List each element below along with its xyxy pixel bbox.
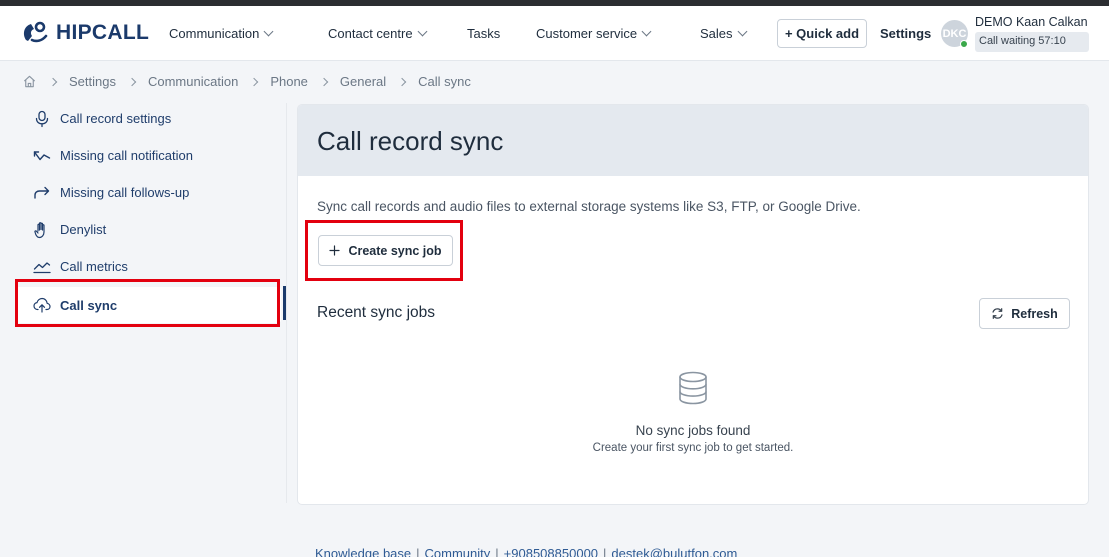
empty-state: No sync jobs found Create your first syn… — [298, 371, 1088, 454]
sidebar-item-missing-call-notification[interactable]: Missing call notification — [15, 137, 281, 174]
breadcrumb: Settings Communication Phone General Cal… — [22, 74, 471, 89]
card-header: Call record sync — [298, 105, 1088, 176]
footer-link-knowledge-base[interactable]: Knowledge base — [315, 546, 411, 557]
highlight-box-create-sync-job — [305, 220, 463, 281]
sidebar-item-label: Missing call notification — [60, 148, 193, 163]
empty-state-title: No sync jobs found — [635, 423, 751, 438]
home-icon[interactable] — [22, 74, 37, 89]
refresh-label: Refresh — [1011, 306, 1058, 321]
hipcall-logo[interactable]: HIPCALL — [20, 20, 149, 46]
hand-icon — [33, 221, 51, 239]
nav-communication[interactable]: Communication — [169, 26, 274, 41]
breadcrumb-settings[interactable]: Settings — [69, 74, 116, 89]
footer-link-email[interactable]: destek@bulutfon.com — [611, 546, 737, 557]
call-record-sync-card: Call record sync Sync call records and a… — [297, 104, 1089, 505]
top-navbar: HIPCALL Communication Contact centre Tas… — [0, 6, 1109, 61]
nav-contact-centre[interactable]: Contact centre — [328, 26, 427, 41]
nav-contact-centre-label: Contact centre — [328, 26, 413, 41]
recent-sync-jobs-title: Recent sync jobs — [317, 304, 436, 321]
chevron-right-icon — [319, 77, 329, 86]
sidebar-item-label: Missing call follows-up — [60, 185, 190, 200]
nav-tasks[interactable]: Tasks — [467, 26, 500, 41]
sidebar-item-call-record-settings[interactable]: Call record settings — [15, 100, 281, 137]
page-description: Sync call records and audio files to ext… — [317, 199, 861, 214]
forward-arrow-icon — [33, 184, 51, 202]
sidebar-divider — [286, 103, 287, 503]
nav-tasks-label: Tasks — [467, 26, 501, 41]
nav-communication-label: Communication — [169, 26, 260, 41]
chevron-down-icon — [417, 26, 427, 37]
sidebar-item-denylist[interactable]: Denylist — [15, 211, 281, 248]
nav-customer-service[interactable]: Customer service — [536, 26, 652, 41]
microphone-icon — [33, 110, 51, 128]
footer-separator: | — [495, 546, 499, 557]
quick-add-button[interactable]: + Quick add — [777, 19, 867, 48]
missed-call-icon — [33, 147, 51, 165]
refresh-button[interactable]: Refresh — [979, 298, 1070, 329]
phone-logo-icon — [23, 21, 48, 43]
presence-indicator — [960, 40, 968, 48]
sidebar-item-label: Call metrics — [60, 259, 128, 274]
sidebar-item-missing-call-follows-up[interactable]: Missing call follows-up — [15, 174, 281, 211]
chevron-right-icon — [48, 77, 58, 86]
footer-link-phone[interactable]: +908508850000 — [504, 546, 598, 557]
nav-sales[interactable]: Sales — [700, 26, 747, 41]
call-waiting-status: Call waiting 57:10 — [975, 32, 1089, 52]
settings-link[interactable]: Settings — [880, 26, 931, 41]
page-title: Call record sync — [317, 126, 504, 156]
chevron-right-icon — [127, 77, 137, 86]
sidebar-item-label: Call record settings — [60, 111, 172, 126]
chevron-down-icon — [641, 26, 652, 37]
database-icon — [679, 371, 707, 405]
breadcrumb-phone[interactable]: Phone — [270, 74, 308, 89]
chevron-right-icon — [250, 77, 259, 86]
brand-name: HIPCALL — [56, 21, 150, 44]
user-name[interactable]: DEMO Kaan Calkan — [975, 15, 1088, 29]
breadcrumb-communication[interactable]: Communication — [148, 74, 238, 89]
chart-line-icon — [33, 258, 51, 276]
breadcrumb-general[interactable]: General — [340, 74, 386, 89]
refresh-icon — [992, 308, 1003, 319]
footer-separator: | — [603, 546, 607, 557]
chevron-right-icon — [397, 77, 407, 86]
chevron-down-icon — [737, 26, 747, 37]
nav-sales-label: Sales — [700, 26, 733, 41]
sidebar-item-label: Denylist — [60, 222, 107, 237]
highlight-box-call-sync — [15, 279, 280, 327]
footer-links: Knowledge base | Community | +908508850000 | d… — [315, 546, 737, 557]
empty-state-subtitle: Create your first sync job to get starte… — [592, 442, 794, 454]
nav-customer-service-label: Customer service — [536, 26, 638, 41]
breadcrumb-call-sync: Call sync — [418, 74, 471, 89]
footer-link-community[interactable]: Community — [425, 546, 491, 557]
chevron-down-icon — [263, 26, 274, 37]
footer-separator: | — [416, 546, 420, 557]
